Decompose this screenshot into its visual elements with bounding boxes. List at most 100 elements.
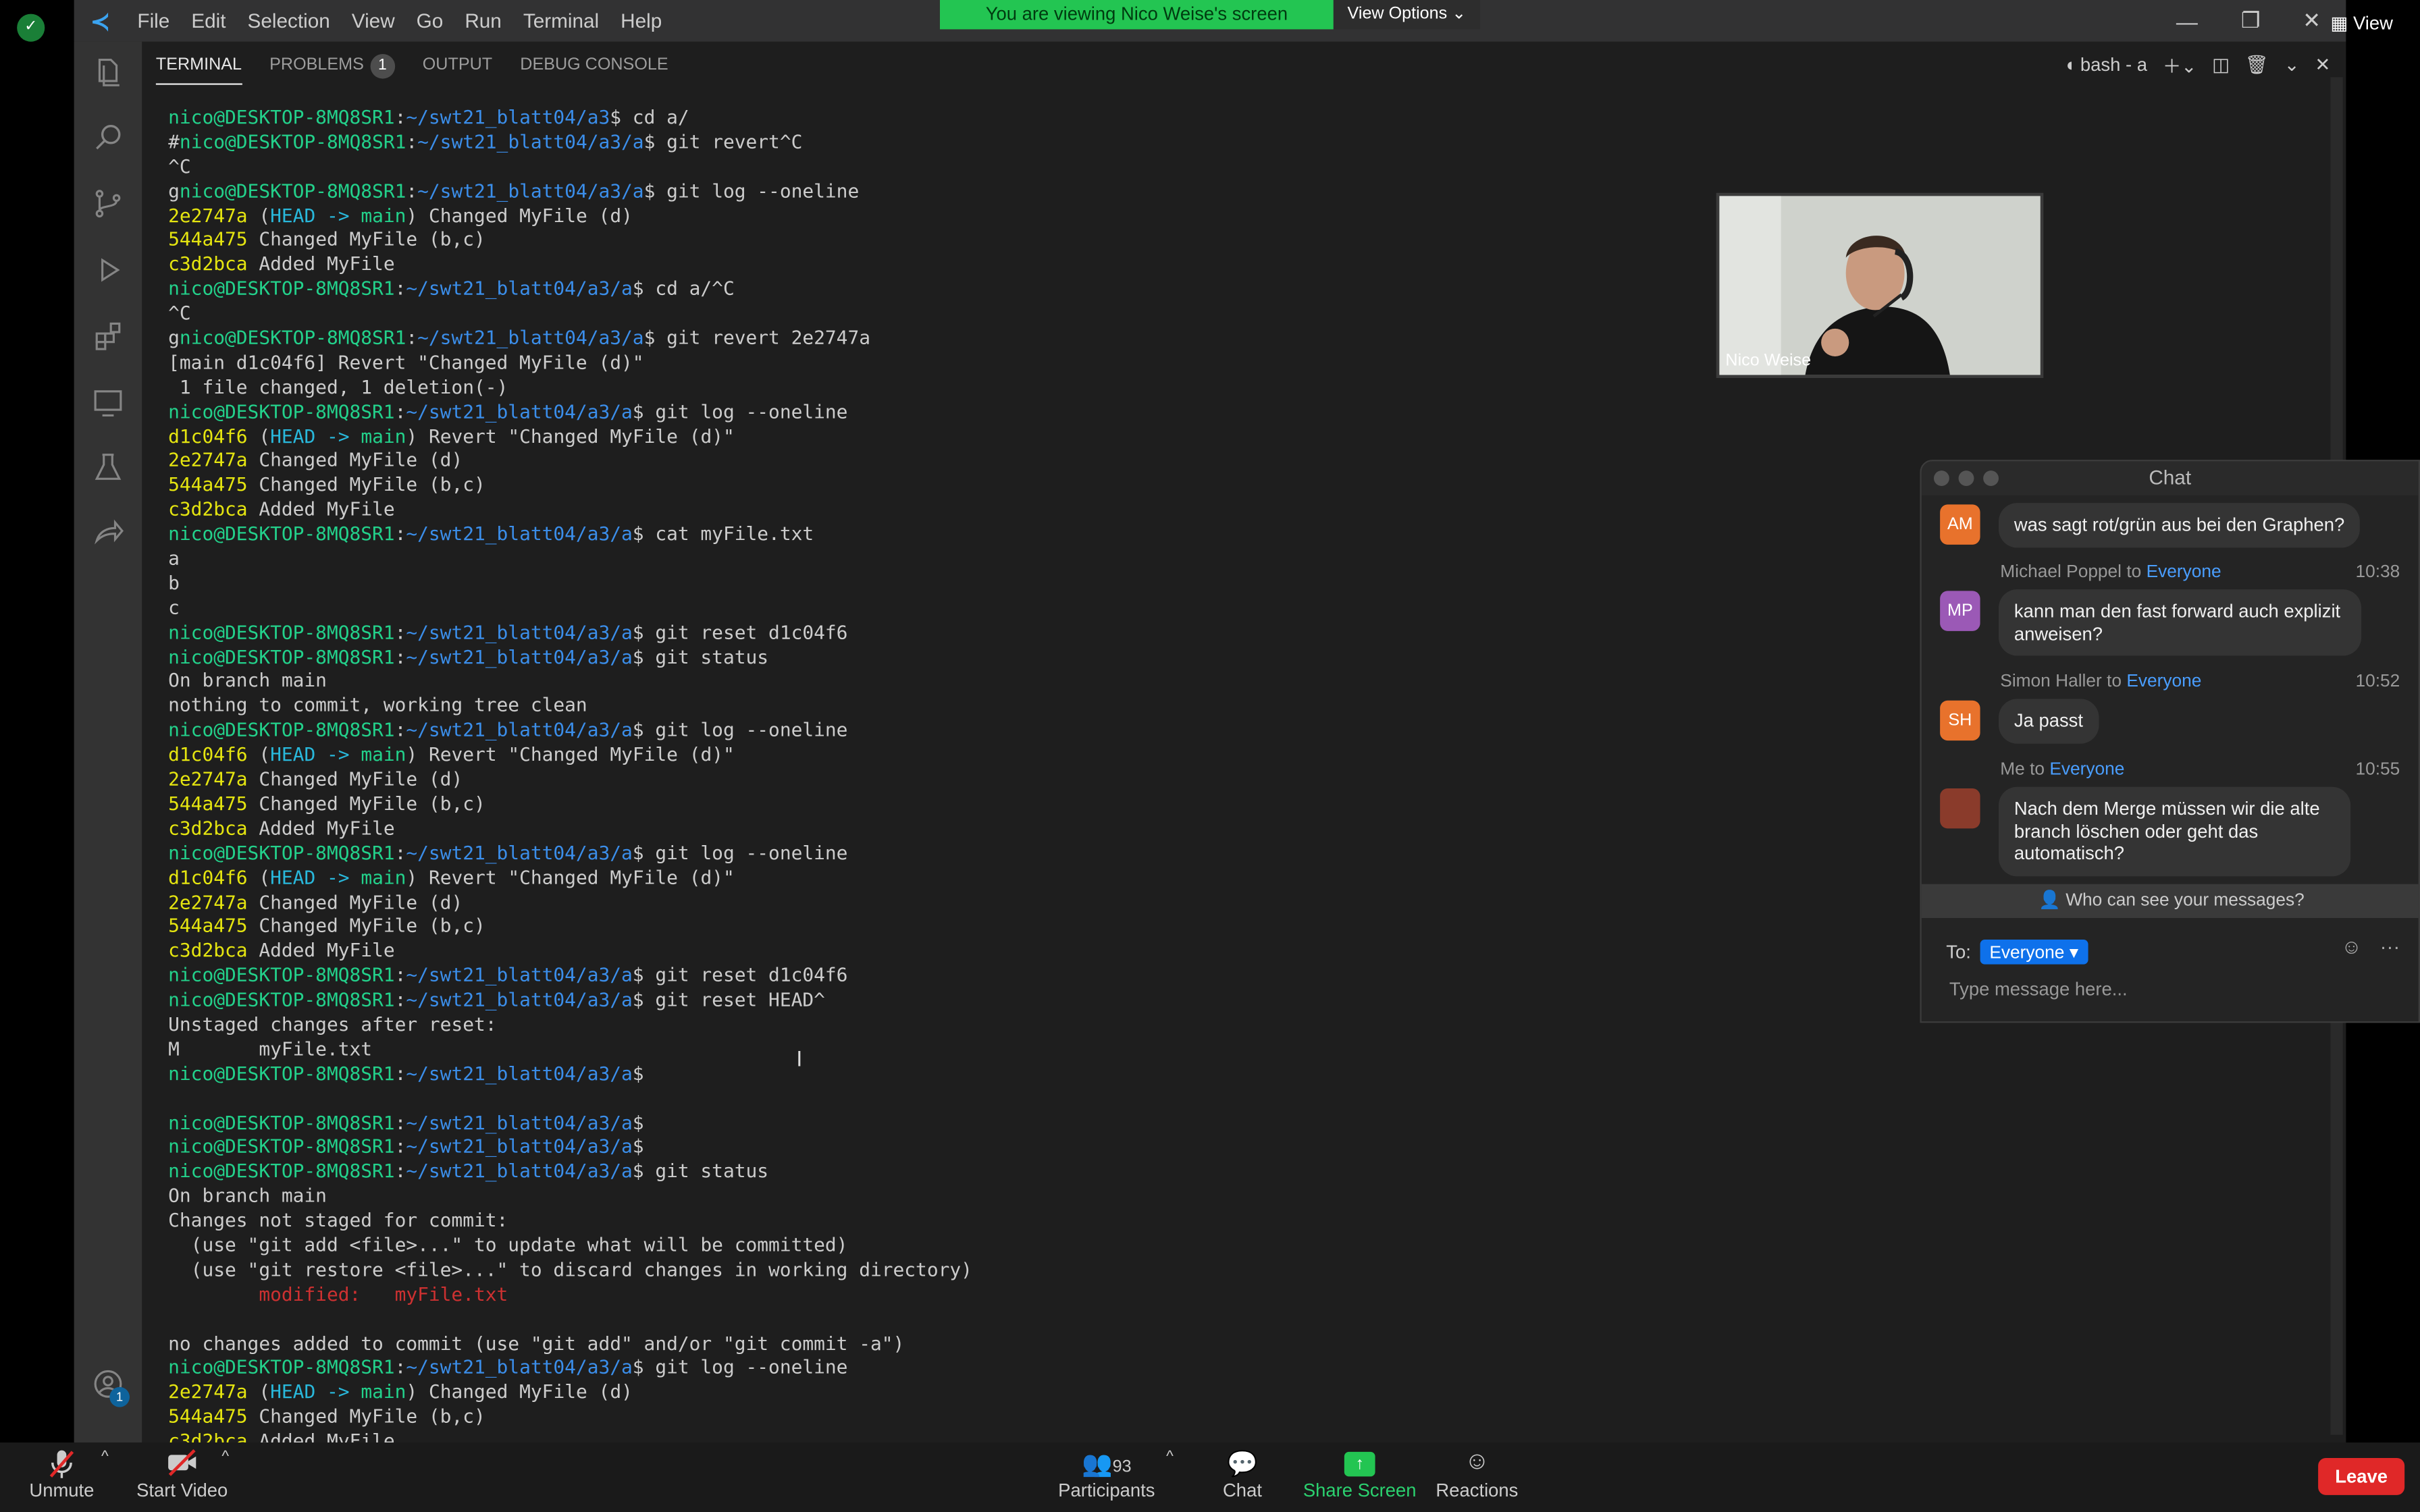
- testing-icon[interactable]: [74, 437, 142, 498]
- tab-problems[interactable]: PROBLEMS 1: [256, 42, 409, 88]
- chat-message-input[interactable]: Type message here...: [1949, 978, 2128, 1000]
- terminal-segment: :: [394, 1111, 406, 1133]
- close-panel-icon[interactable]: ✕: [2315, 54, 2330, 76]
- to-label: To:: [1946, 941, 1971, 963]
- view-options-button[interactable]: View Options ⌄: [1333, 0, 1480, 30]
- search-icon[interactable]: [74, 107, 142, 168]
- trash-icon[interactable]: 🗑: [2245, 54, 2269, 76]
- menu-file[interactable]: File: [126, 0, 180, 42]
- menu-go[interactable]: Go: [406, 0, 454, 42]
- participants-caret-icon[interactable]: ^: [1161, 1442, 1179, 1512]
- reactions-button[interactable]: ☺ Reactions: [1436, 1442, 1519, 1512]
- view-button[interactable]: ▦ View: [2330, 12, 2404, 43]
- terminal-segment: main: [361, 866, 406, 888]
- participants-label: Participants: [1058, 1480, 1155, 1501]
- tab-output[interactable]: OUTPUT: [409, 42, 506, 88]
- terminal-segment: Changed MyFile (b,c): [247, 1405, 485, 1428]
- terminal-segment: Changes not staged for commit:: [168, 1210, 508, 1232]
- emoji-icon[interactable]: ☺: [2341, 935, 2361, 958]
- new-terminal-icon[interactable]: ＋⌄: [2163, 52, 2197, 78]
- recipient-dropdown[interactable]: Everyone ▾: [1980, 940, 2088, 965]
- explorer-icon[interactable]: [74, 42, 142, 103]
- menu-terminal[interactable]: Terminal: [512, 0, 610, 42]
- terminal-segment: 2e2747a: [168, 450, 248, 472]
- message-header: Simon Haller to Everyone: [2000, 673, 2201, 691]
- source-control-icon[interactable]: [74, 173, 142, 234]
- terminal-line: no changes added to commit (use "git add…: [168, 1332, 2313, 1357]
- terminal-segment: nothing to commit, working tree clean: [168, 695, 587, 717]
- avatar: AM: [1940, 504, 1980, 545]
- minimize-icon[interactable]: —: [2176, 0, 2198, 42]
- video-thumbnail[interactable]: Nico Weise: [1716, 192, 2044, 378]
- zoom-left-bar: ✓: [0, 0, 74, 1443]
- grid-icon: ▦: [2330, 12, 2348, 34]
- remote-explorer-icon[interactable]: [74, 372, 142, 433]
- tab-debug-console[interactable]: DEBUG CONSOLE: [506, 42, 683, 88]
- close-window-icon[interactable]: ✕: [2303, 0, 2321, 42]
- minimize-dot-icon[interactable]: [1958, 470, 1974, 487]
- shell-selector[interactable]: ◖ bash - a: [2064, 54, 2147, 76]
- terminal-segment: HEAD ->: [270, 866, 361, 888]
- chat-button[interactable]: 💬 Chat: [1211, 1442, 1273, 1512]
- terminal-segment: nico@DESKTOP-8MQ8SR1: [168, 1160, 395, 1183]
- zoom-dot-icon[interactable]: [1983, 470, 1999, 487]
- terminal-segment: Added MyFile: [247, 1430, 395, 1443]
- live-share-icon[interactable]: [74, 502, 142, 563]
- terminal-line: On branch main: [168, 1185, 2313, 1210]
- terminal-segment: 2e2747a: [168, 1381, 248, 1403]
- terminal-segment: c3d2bca: [168, 498, 248, 520]
- terminal-segment: (use "git restore <file>..." to discard …: [168, 1258, 972, 1280]
- screen-share-banner: You are viewing Nico Weise's screen: [940, 0, 1334, 30]
- menu-view[interactable]: View: [341, 0, 406, 42]
- message-time: 10:38: [2355, 563, 2400, 582]
- panel-toolbar: ◖ bash - a ＋⌄ ◫ 🗑 ⌄ ✕: [2064, 42, 2331, 88]
- who-can-see-link[interactable]: 👤 Who can see your messages?: [1921, 884, 2419, 918]
- menu-selection[interactable]: Selection: [237, 0, 341, 42]
- chat-header: Chat: [1921, 461, 2419, 495]
- terminal-segment: nico@DESKTOP-8MQ8SR1: [168, 1111, 395, 1133]
- terminal-segment: main: [361, 425, 406, 447]
- terminal-segment: :: [406, 131, 418, 153]
- terminal-line: modified: myFile.txt: [168, 1283, 2313, 1307]
- video-options-caret-icon[interactable]: ^: [216, 1442, 234, 1512]
- sender: Simon Haller to: [2000, 672, 2122, 691]
- menu-help[interactable]: Help: [610, 0, 673, 42]
- tab-terminal[interactable]: TERMINAL: [142, 42, 255, 88]
- terminal-segment: nico@DESKTOP-8MQ8SR1: [168, 106, 395, 128]
- participants-button[interactable]: 👥93 Participants: [1055, 1442, 1157, 1512]
- terminal-segment: ~/swt21_blatt04/a3/a: [406, 842, 633, 864]
- security-shield-icon[interactable]: ✓: [17, 14, 45, 42]
- terminal-segment: nico@DESKTOP-8MQ8SR1: [168, 1357, 395, 1379]
- terminal-segment: ) Revert "Changed MyFile (d)": [406, 866, 735, 888]
- message-bubble: was sagt rot/grün aus bei den Graphen?: [1999, 503, 2361, 547]
- terminal-segment: :: [394, 964, 406, 986]
- accounts-icon[interactable]: 1: [74, 1353, 142, 1415]
- menu-edit[interactable]: Edit: [180, 0, 236, 42]
- audio-options-caret-icon[interactable]: ^: [96, 1442, 114, 1512]
- restore-icon[interactable]: ❐: [2241, 0, 2261, 42]
- view-button-label: View: [2353, 12, 2393, 34]
- menu-run[interactable]: Run: [454, 0, 512, 42]
- terminal-segment: 544a475: [168, 915, 248, 938]
- more-icon[interactable]: ···: [2380, 935, 2400, 958]
- split-terminal-icon[interactable]: ◫: [2212, 54, 2230, 76]
- terminal-line: nico@DESKTOP-8MQ8SR1:~/swt21_blatt04/a3/…: [168, 1112, 2313, 1136]
- extensions-icon[interactable]: [74, 306, 142, 367]
- terminal-segment: ~/swt21_blatt04/a3/a: [406, 964, 633, 986]
- recipient: Everyone: [2146, 563, 2221, 582]
- panel-tabs: TERMINAL PROBLEMS 1 OUTPUT DEBUG CONSOLE: [142, 42, 682, 88]
- chat-label: Chat: [1223, 1480, 1262, 1501]
- terminal-segment: main: [361, 205, 406, 226]
- run-debug-icon[interactable]: [74, 239, 142, 300]
- unmute-button[interactable]: Unmute: [18, 1442, 105, 1512]
- leave-button[interactable]: Leave: [2318, 1458, 2405, 1495]
- terminal-segment: no changes added to commit (use "git add…: [168, 1332, 905, 1354]
- chevron-down-icon[interactable]: ⌄: [2284, 54, 2300, 76]
- close-dot-icon[interactable]: [1934, 470, 1949, 487]
- terminal-segment: nico@DESKTOP-8MQ8SR1: [168, 1136, 395, 1158]
- share-screen-button[interactable]: ↑ Share Screen: [1303, 1442, 1417, 1512]
- participant-count: 93: [1112, 1458, 1132, 1477]
- terminal-line: nico@DESKTOP-8MQ8SR1:~/swt21_blatt04/a3/…: [168, 401, 2313, 425]
